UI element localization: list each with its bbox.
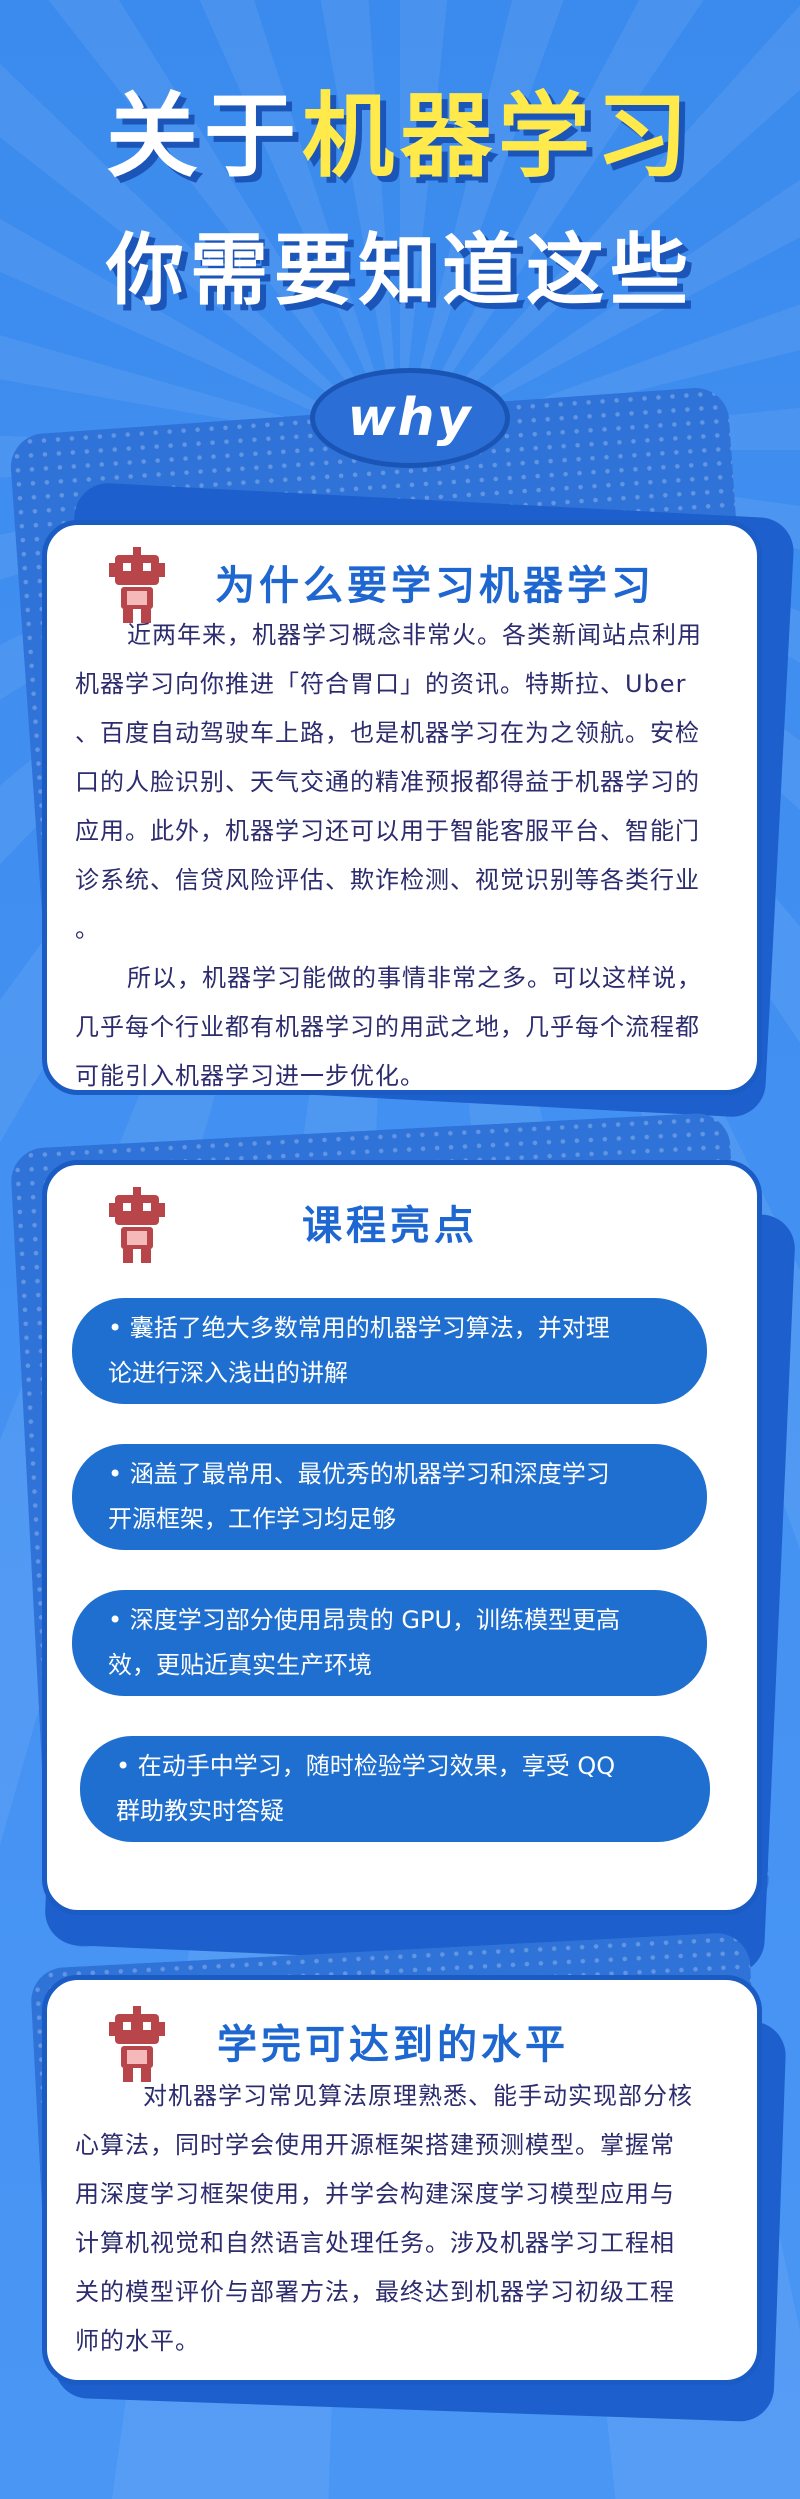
text-line: 几乎每个行业都有机器学习的用武之地，几乎每个流程都	[75, 1013, 700, 1041]
highlight-item: • 深度学习部分使用昂贵的 GPU，训练模型更高 效，更贴近真实生产环境	[72, 1590, 707, 1696]
section-outcome-card: 学完可达到的水平 对机器学习常见算法原理熟悉、能手动实现部分核 心算法，同时学会…	[42, 1975, 762, 2385]
highlight-line: • 囊括了绝大多数常用的机器学习算法，并对理	[108, 1314, 610, 1342]
highlight-line: 群助教实时答疑	[116, 1797, 284, 1825]
highlight-line: 论进行深入浅出的讲解	[108, 1359, 348, 1387]
why-badge: why	[310, 368, 510, 468]
text-line: 应用。此外，机器学习还可以用于智能客服平台、智能门	[75, 817, 700, 845]
text-line: 、百度自动驾驶车上路，也是机器学习在为之领航。安检	[75, 719, 700, 747]
text-line: 关的模型评价与部署方法，最终达到机器学习初级工程	[75, 2278, 675, 2306]
text-line: 师的水平。	[75, 2327, 200, 2355]
highlight-line: • 在动手中学习，随时检验学习效果，享受 QQ	[116, 1752, 616, 1780]
section-body: 对机器学习常见算法原理熟悉、能手动实现部分核 心算法，同时学会使用开源框架搭建预…	[75, 2072, 745, 2366]
text-line: 可能引入机器学习进一步优化。	[75, 1062, 425, 1090]
text-line: 对机器学习常见算法原理熟悉、能手动实现部分核	[143, 2082, 693, 2110]
text-line: 所以，机器学习能做的事情非常之多。可以这样说，	[127, 964, 702, 992]
why-label: why	[347, 388, 473, 448]
highlight-line: 开源框架，工作学习均足够	[108, 1505, 396, 1533]
highlight-item: • 涵盖了最常用、最优秀的机器学习和深度学习 开源框架，工作学习均足够	[72, 1444, 707, 1550]
section-title: 学完可达到的水平	[217, 2022, 569, 2068]
section-why-learn-card: 为什么要学习机器学习 近两年来，机器学习概念非常火。各类新闻站点利用 机器学习向…	[42, 520, 762, 1095]
page-title-line2: 你需要知道这些	[105, 226, 694, 316]
title-white-text: 关于	[105, 83, 302, 190]
text-line: 。	[75, 915, 100, 943]
highlight-line: 效，更贴近真实生产环境	[108, 1651, 372, 1679]
highlight-item: • 囊括了绝大多数常用的机器学习算法，并对理 论进行深入浅出的讲解	[72, 1298, 707, 1404]
robot-icon	[109, 1187, 165, 1263]
highlight-line: • 深度学习部分使用昂贵的 GPU，训练模型更高	[108, 1606, 621, 1634]
robot-icon	[109, 2006, 165, 2082]
text-line: 口的人脸识别、天气交通的精准预报都得益于机器学习的	[75, 768, 700, 796]
page-title-line1: 关于机器学习	[0, 62, 800, 195]
text-line: 计算机视觉和自然语言处理任务。涉及机器学习工程相	[75, 2229, 675, 2257]
highlight-line: • 涵盖了最常用、最优秀的机器学习和深度学习	[108, 1460, 610, 1488]
highlight-item: • 在动手中学习，随时检验学习效果，享受 QQ 群助教实时答疑	[80, 1736, 710, 1842]
text-line: 用深度学习框架使用，并学会构建深度学习模型应用与	[75, 2180, 675, 2208]
text-line: 近两年来，机器学习概念非常火。各类新闻站点利用	[127, 621, 702, 649]
section-title: 课程亮点	[302, 1203, 478, 1249]
text-line: 心算法，同时学会使用开源框架搭建预测模型。掌握常	[75, 2131, 675, 2159]
title-yellow-text: 机器学习	[302, 83, 695, 190]
section-body: 近两年来，机器学习概念非常火。各类新闻站点利用 机器学习向你推进「符合胃口」的资…	[75, 611, 745, 1101]
text-line: 机器学习向你推进「符合胃口」的资讯。特斯拉、Uber	[75, 670, 687, 698]
section-title: 为什么要学习机器学习	[215, 563, 655, 609]
text-line: 诊系统、信贷风险评估、欺诈检测、视觉识别等各类行业	[75, 866, 700, 894]
